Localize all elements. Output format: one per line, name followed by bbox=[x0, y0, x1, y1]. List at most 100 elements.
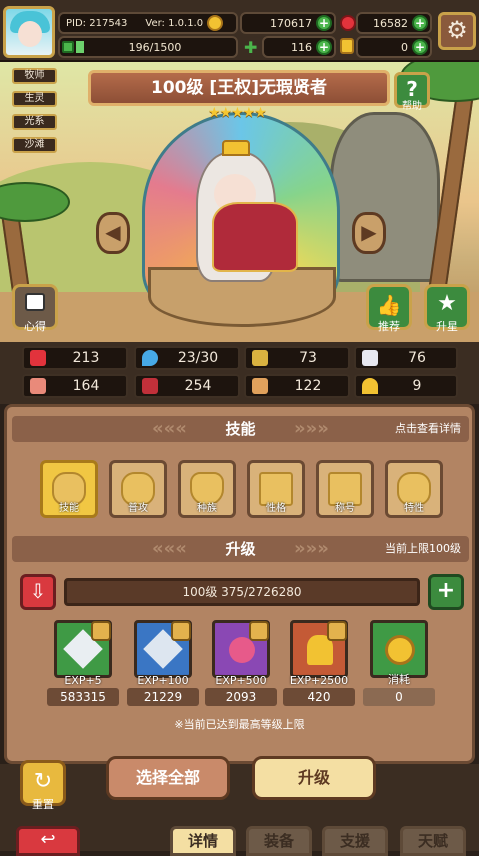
horseshoe-icon bbox=[362, 378, 378, 394]
stat-value: 9 bbox=[412, 378, 422, 394]
stat-agility: 122 bbox=[244, 374, 350, 398]
consume-slot[interactable]: 消耗 bbox=[370, 620, 428, 686]
add-ruby-button[interactable]: + bbox=[412, 15, 428, 31]
item-count: 2093 bbox=[205, 688, 277, 706]
upgrade-button[interactable]: 升级 bbox=[252, 756, 376, 800]
stat-value: 23/30 bbox=[177, 350, 219, 366]
skill-slot-personality[interactable]: 性格 bbox=[247, 460, 305, 518]
help-label: 帮助 bbox=[402, 101, 422, 112]
stat-value: 122 bbox=[294, 378, 322, 394]
chevron-right-icon: »»» bbox=[294, 538, 329, 559]
item-label: EXP+500 bbox=[215, 674, 267, 687]
star-icon: ★ bbox=[437, 291, 457, 316]
skill-label: 性格 bbox=[266, 503, 286, 514]
ruby-value: 16582 bbox=[373, 16, 408, 30]
skill-slot-trait[interactable]: 特性 bbox=[385, 460, 443, 518]
heart-icon bbox=[30, 350, 46, 366]
stat-luck: 9 bbox=[354, 374, 458, 398]
next-hero-button[interactable]: ▶ bbox=[352, 212, 386, 254]
item-label: EXP+2500 bbox=[289, 674, 349, 687]
player-id: PID: 217543 bbox=[66, 17, 128, 29]
stat-value: 254 bbox=[184, 378, 212, 394]
add-clover-button[interactable]: + bbox=[316, 39, 332, 55]
level-progress-bar: 100级 375/2726280 bbox=[64, 578, 420, 606]
game-version: Ver: 1.0.1.0 bbox=[145, 17, 204, 29]
skill-label: 普攻 bbox=[128, 503, 148, 514]
back-button[interactable]: ↩ bbox=[16, 826, 80, 856]
stat-value: 213 bbox=[72, 350, 100, 366]
hero-robe bbox=[212, 202, 298, 272]
skill-slot-skill[interactable]: 技能 bbox=[40, 460, 98, 518]
crown-icon bbox=[222, 140, 250, 156]
stat-hp: 213 bbox=[22, 346, 128, 370]
exp-item-100[interactable]: EXP+100 bbox=[134, 620, 192, 687]
shield-icon bbox=[252, 350, 268, 366]
recommend-label: 推荐 bbox=[378, 320, 400, 333]
hero-title: 100级 [王权]无瑕贤者 bbox=[88, 70, 390, 106]
item-count: 583315 bbox=[47, 688, 119, 706]
skills-header: ««« 技能 »»» 点击查看详情 bbox=[12, 416, 469, 442]
thumbs-up-icon: 👍 bbox=[376, 293, 402, 317]
add-gold-button[interactable]: + bbox=[316, 15, 332, 31]
exp-value: 196/1500 bbox=[128, 40, 182, 54]
stat-mana: 23/30 bbox=[134, 346, 240, 370]
skill-slot-title[interactable]: 称号 bbox=[316, 460, 374, 518]
item-count: 21229 bbox=[127, 688, 199, 706]
clover-value: 116 bbox=[291, 40, 312, 54]
stat-value: 73 bbox=[299, 350, 317, 366]
tag-creature[interactable]: 生灵 bbox=[12, 91, 57, 107]
tab-details[interactable]: 详情 bbox=[170, 826, 236, 856]
skill-label: 种族 bbox=[197, 503, 217, 514]
settings-gear-icon[interactable]: ⚙ bbox=[438, 12, 476, 50]
clover-icon: ✚ bbox=[244, 38, 258, 57]
item-count: 420 bbox=[283, 688, 355, 706]
lock-icon bbox=[249, 621, 269, 641]
stat-magic: 254 bbox=[134, 374, 240, 398]
item-label: EXP+100 bbox=[137, 674, 189, 687]
exp-icon bbox=[62, 41, 74, 53]
tab-talent[interactable]: 天赋 bbox=[400, 826, 466, 856]
stone-head bbox=[330, 112, 440, 282]
tab-support[interactable]: 支援 bbox=[322, 826, 388, 856]
tag-priest[interactable]: 牧师 bbox=[12, 68, 57, 84]
lock-icon bbox=[91, 621, 111, 641]
skill-label: 特性 bbox=[404, 503, 424, 514]
key-pill: 0 + bbox=[356, 36, 432, 58]
notes-label: 心得 bbox=[24, 320, 46, 333]
skills-detail-link[interactable]: 点击查看详情 bbox=[395, 416, 461, 442]
exp-item-500[interactable]: EXP+500 bbox=[212, 620, 270, 687]
chevron-right-icon: »»» bbox=[294, 418, 329, 439]
coin-icon bbox=[207, 15, 224, 31]
increase-level-button[interactable]: + bbox=[428, 574, 464, 610]
gold-pill: 170617 + bbox=[240, 12, 336, 34]
avatar-face bbox=[18, 21, 42, 47]
stat-speed: 76 bbox=[354, 346, 458, 370]
player-avatar[interactable] bbox=[3, 6, 55, 58]
coin-icon bbox=[385, 635, 415, 665]
key-value: 0 bbox=[401, 40, 408, 54]
gold-value: 170617 bbox=[270, 16, 312, 30]
tab-equipment[interactable]: 装备 bbox=[246, 826, 312, 856]
tag-light[interactable]: 光系 bbox=[12, 114, 57, 130]
exp-item-2500[interactable]: EXP+2500 bbox=[290, 620, 348, 687]
lock-icon bbox=[171, 621, 191, 641]
exp-pill: 196/1500 bbox=[58, 36, 238, 58]
clover-pill: 116 + bbox=[262, 36, 336, 58]
item-label: EXP+5 bbox=[64, 674, 102, 687]
stat-defense: 73 bbox=[244, 346, 350, 370]
key-icon bbox=[340, 38, 354, 54]
tag-beach[interactable]: 沙滩 bbox=[12, 137, 57, 153]
drop-icon bbox=[142, 350, 158, 366]
lock-icon bbox=[327, 621, 347, 641]
skill-slot-attack[interactable]: 普攻 bbox=[109, 460, 167, 518]
exp-item-5[interactable]: EXP+5 bbox=[54, 620, 112, 687]
star-up-label: 升星 bbox=[436, 320, 458, 333]
add-key-button[interactable]: + bbox=[412, 39, 428, 55]
prev-hero-button[interactable]: ◀ bbox=[96, 212, 130, 254]
skill-label: 称号 bbox=[335, 503, 355, 514]
reset-label: 重置 bbox=[32, 798, 54, 811]
skill-slot-race[interactable]: 种族 bbox=[178, 460, 236, 518]
select-all-button[interactable]: 选择全部 bbox=[106, 756, 230, 800]
ruby-icon bbox=[340, 15, 356, 31]
decrease-level-button[interactable]: ⇩ bbox=[20, 574, 56, 610]
